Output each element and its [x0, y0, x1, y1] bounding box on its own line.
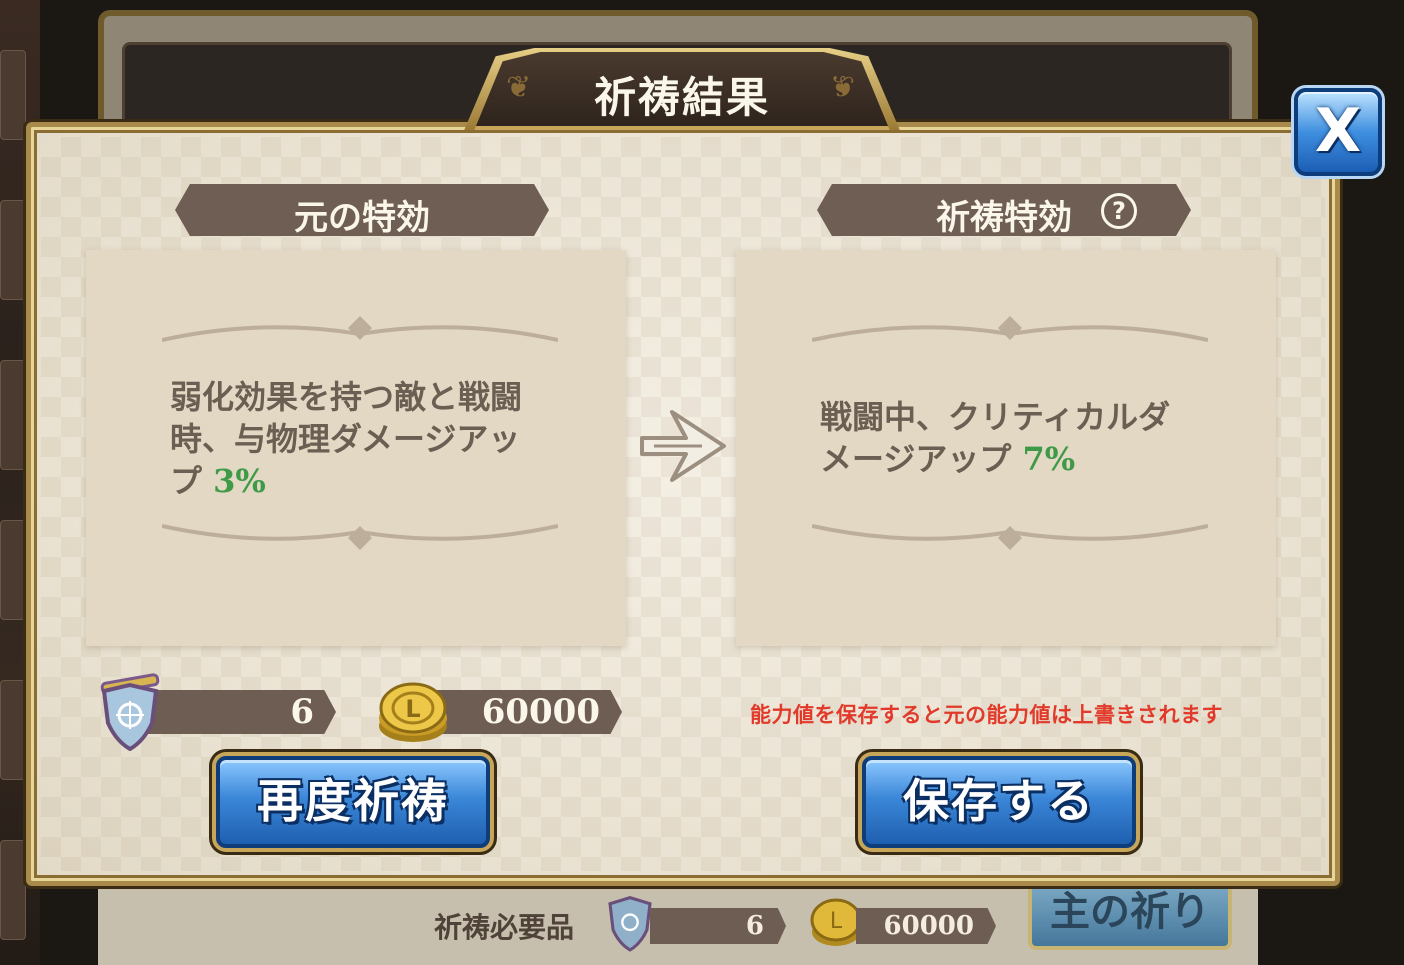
gold-coin-icon: L: [379, 682, 447, 742]
prayer-effect-description: 戦闘中、クリティカルダメージアップ: [820, 398, 1171, 478]
title-ornament-left: ❦: [506, 70, 532, 105]
item-count: 6: [140, 690, 336, 734]
background-prayer-shield-icon: [608, 896, 652, 952]
bottom-divider-ornament: [162, 524, 558, 550]
background-gold-coin-icon: L: [810, 898, 862, 946]
original-effect-panel: 弱化効果を持つ敵と戦闘時、与物理ダメージアップ 3%: [86, 250, 626, 646]
close-icon: X: [1314, 96, 1362, 166]
dialog-title: 祈祷結果: [593, 73, 770, 122]
original-effect-text: 弱化効果を持つ敵と戦闘時、与物理ダメージアップ 3%: [170, 376, 550, 502]
original-effect-value: 3%: [213, 462, 266, 500]
background-sidebar-slot: [0, 200, 26, 300]
background-sidebar-slot: [0, 840, 26, 940]
prayer-shield-icon: [100, 673, 160, 751]
arrow-right-icon: [640, 410, 726, 482]
background-item-count: 6: [650, 908, 786, 944]
background-sidebar-slot: [0, 520, 26, 620]
background-gold-amount: 60000: [856, 908, 996, 944]
top-divider-ornament: [162, 316, 558, 342]
top-divider-ornament: [812, 316, 1208, 342]
save-button[interactable]: 保存する: [862, 756, 1136, 848]
prayer-effect-value: 7%: [1022, 440, 1076, 478]
background-pray-button: 主の祈り: [1028, 880, 1232, 950]
svg-text:L: L: [830, 909, 843, 934]
background-sidebar-slot: [0, 360, 26, 470]
bottom-divider-ornament: [812, 524, 1208, 550]
prayer-effect-text: 戦闘中、クリティカルダメージアップ 7%: [820, 396, 1200, 480]
title-ornament-right: ❦: [830, 70, 856, 105]
background-sidebar-slot: [0, 50, 26, 140]
gold-amount: 60000: [430, 690, 622, 734]
prayer-effect-panel: 戦闘中、クリティカルダメージアップ 7%: [736, 250, 1276, 646]
retry-prayer-button[interactable]: 再度祈祷: [216, 756, 490, 848]
help-icon[interactable]: ?: [1101, 193, 1137, 229]
close-button[interactable]: X: [1294, 88, 1382, 176]
background-required-label: 祈祷必要品: [434, 911, 575, 944]
overwrite-warning: 能力値を保存すると元の能力値は上書きされます: [750, 702, 1223, 727]
svg-text:L: L: [405, 695, 420, 723]
original-effect-header: 元の特効: [294, 198, 430, 238]
prayer-effect-header: 祈祷特効: [936, 198, 1072, 238]
background-sidebar-slot: [0, 680, 26, 780]
